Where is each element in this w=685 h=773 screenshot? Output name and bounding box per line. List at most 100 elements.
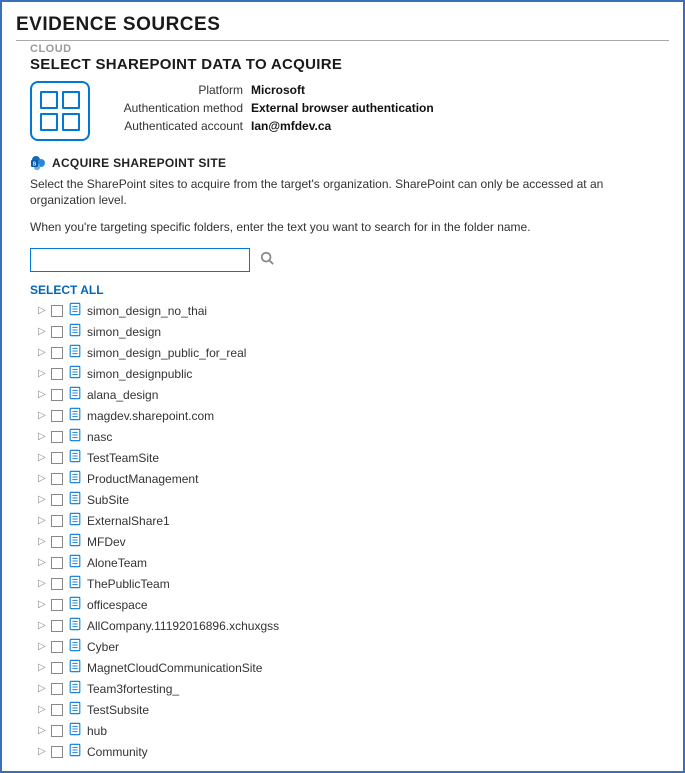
select-all-link[interactable]: SELECT ALL: [30, 283, 104, 297]
app-tiles-icon: [30, 81, 90, 141]
expand-caret-icon[interactable]: ▷: [38, 557, 46, 568]
site-label[interactable]: officespace: [87, 598, 148, 612]
document-icon: [68, 680, 82, 697]
acquire-header: ACQUIRE SHAREPOINT SITE: [52, 156, 226, 170]
document-icon: [68, 386, 82, 403]
site-checkbox[interactable]: [51, 452, 63, 464]
acquire-desc-1: Select the SharePoint sites to acquire f…: [30, 177, 669, 208]
tree-item: ▷ simon_design_no_thai: [38, 301, 669, 321]
expand-caret-icon[interactable]: ▷: [38, 473, 46, 484]
svg-text:S: S: [33, 162, 37, 168]
site-label[interactable]: ThePublicTeam: [87, 577, 170, 591]
expand-caret-icon[interactable]: ▷: [38, 683, 46, 694]
site-label[interactable]: Community: [87, 745, 148, 759]
site-label[interactable]: TestSubsite: [87, 703, 149, 717]
auth-account-value: Ian@mfdev.ca: [251, 117, 331, 135]
site-checkbox[interactable]: [51, 305, 63, 317]
site-label[interactable]: nasc: [87, 430, 112, 444]
search-input[interactable]: [30, 248, 250, 272]
site-label[interactable]: Cyber: [87, 640, 119, 654]
site-checkbox[interactable]: [51, 389, 63, 401]
document-icon: [68, 344, 82, 361]
search-icon[interactable]: [260, 251, 274, 268]
site-checkbox[interactable]: [51, 599, 63, 611]
expand-caret-icon[interactable]: ▷: [38, 662, 46, 673]
expand-caret-icon[interactable]: ▷: [38, 347, 46, 358]
site-label[interactable]: TestTeamSite: [87, 451, 159, 465]
site-checkbox[interactable]: [51, 431, 63, 443]
site-checkbox[interactable]: [51, 368, 63, 380]
site-checkbox[interactable]: [51, 578, 63, 590]
expand-caret-icon[interactable]: ▷: [38, 746, 46, 757]
expand-caret-icon[interactable]: ▷: [38, 431, 46, 442]
page-title: EVIDENCE SOURCES: [16, 14, 669, 36]
tree-item: ▷ AllCompany.11192016896.xchuxgss: [38, 616, 669, 636]
site-label[interactable]: simon_design: [87, 325, 161, 339]
tree-item: ▷ ThePublicTeam: [38, 574, 669, 594]
site-label[interactable]: ProductManagement: [87, 472, 198, 486]
document-icon: [68, 407, 82, 424]
site-label[interactable]: MagnetCloudCommunicationSite: [87, 661, 262, 675]
expand-caret-icon[interactable]: ▷: [38, 536, 46, 547]
site-checkbox[interactable]: [51, 494, 63, 506]
tree-item: ▷ magdev.sharepoint.com: [38, 406, 669, 426]
document-icon: [68, 659, 82, 676]
expand-caret-icon[interactable]: ▷: [38, 725, 46, 736]
site-checkbox[interactable]: [51, 536, 63, 548]
site-checkbox[interactable]: [51, 746, 63, 758]
site-checkbox[interactable]: [51, 641, 63, 653]
site-label[interactable]: Team3fortesting_: [87, 682, 179, 696]
expand-caret-icon[interactable]: ▷: [38, 641, 46, 652]
tree-item: ▷ MagnetCloudCommunicationSite: [38, 658, 669, 678]
info-table: Platform Microsoft Authentication method…: [108, 81, 434, 135]
site-label[interactable]: AllCompany.11192016896.xchuxgss: [87, 619, 279, 633]
expand-caret-icon[interactable]: ▷: [38, 515, 46, 526]
platform-label: Platform: [108, 81, 243, 99]
site-checkbox[interactable]: [51, 725, 63, 737]
expand-caret-icon[interactable]: ▷: [38, 494, 46, 505]
site-label[interactable]: simon_designpublic: [87, 367, 192, 381]
expand-caret-icon[interactable]: ▷: [38, 389, 46, 400]
site-label[interactable]: simon_design_public_for_real: [87, 346, 246, 360]
site-checkbox[interactable]: [51, 557, 63, 569]
expand-caret-icon[interactable]: ▷: [38, 305, 46, 316]
site-checkbox[interactable]: [51, 326, 63, 338]
site-label[interactable]: AloneTeam: [87, 556, 147, 570]
site-checkbox[interactable]: [51, 683, 63, 695]
expand-caret-icon[interactable]: ▷: [38, 452, 46, 463]
site-label[interactable]: simon_design_no_thai: [87, 304, 207, 318]
site-checkbox[interactable]: [51, 410, 63, 422]
site-checkbox[interactable]: [51, 473, 63, 485]
site-checkbox[interactable]: [51, 515, 63, 527]
document-icon: [68, 575, 82, 592]
tree-item: ▷ Cyber: [38, 637, 669, 657]
expand-caret-icon[interactable]: ▷: [38, 326, 46, 337]
site-label[interactable]: ExternalShare1: [87, 514, 170, 528]
site-label[interactable]: magdev.sharepoint.com: [87, 409, 214, 423]
expand-caret-icon[interactable]: ▷: [38, 368, 46, 379]
expand-caret-icon[interactable]: ▷: [38, 620, 46, 631]
document-icon: [68, 302, 82, 319]
document-icon: [68, 743, 82, 760]
platform-value: Microsoft: [251, 81, 305, 99]
auth-method-value: External browser authentication: [251, 99, 434, 117]
expand-caret-icon[interactable]: ▷: [38, 599, 46, 610]
tree-item: ▷ alana_design: [38, 385, 669, 405]
site-checkbox[interactable]: [51, 347, 63, 359]
document-icon: [68, 617, 82, 634]
document-icon: [68, 533, 82, 550]
tree-item: ▷ Team3fortesting_: [38, 679, 669, 699]
expand-caret-icon[interactable]: ▷: [38, 410, 46, 421]
site-label[interactable]: SubSite: [87, 493, 129, 507]
site-checkbox[interactable]: [51, 704, 63, 716]
site-label[interactable]: alana_design: [87, 388, 158, 402]
tree-item: ▷ SubSite: [38, 490, 669, 510]
tree-item: ▷ Community: [38, 742, 669, 762]
document-icon: [68, 491, 82, 508]
site-checkbox[interactable]: [51, 620, 63, 632]
expand-caret-icon[interactable]: ▷: [38, 704, 46, 715]
expand-caret-icon[interactable]: ▷: [38, 578, 46, 589]
site-label[interactable]: MFDev: [87, 535, 126, 549]
site-checkbox[interactable]: [51, 662, 63, 674]
site-label[interactable]: hub: [87, 724, 107, 738]
